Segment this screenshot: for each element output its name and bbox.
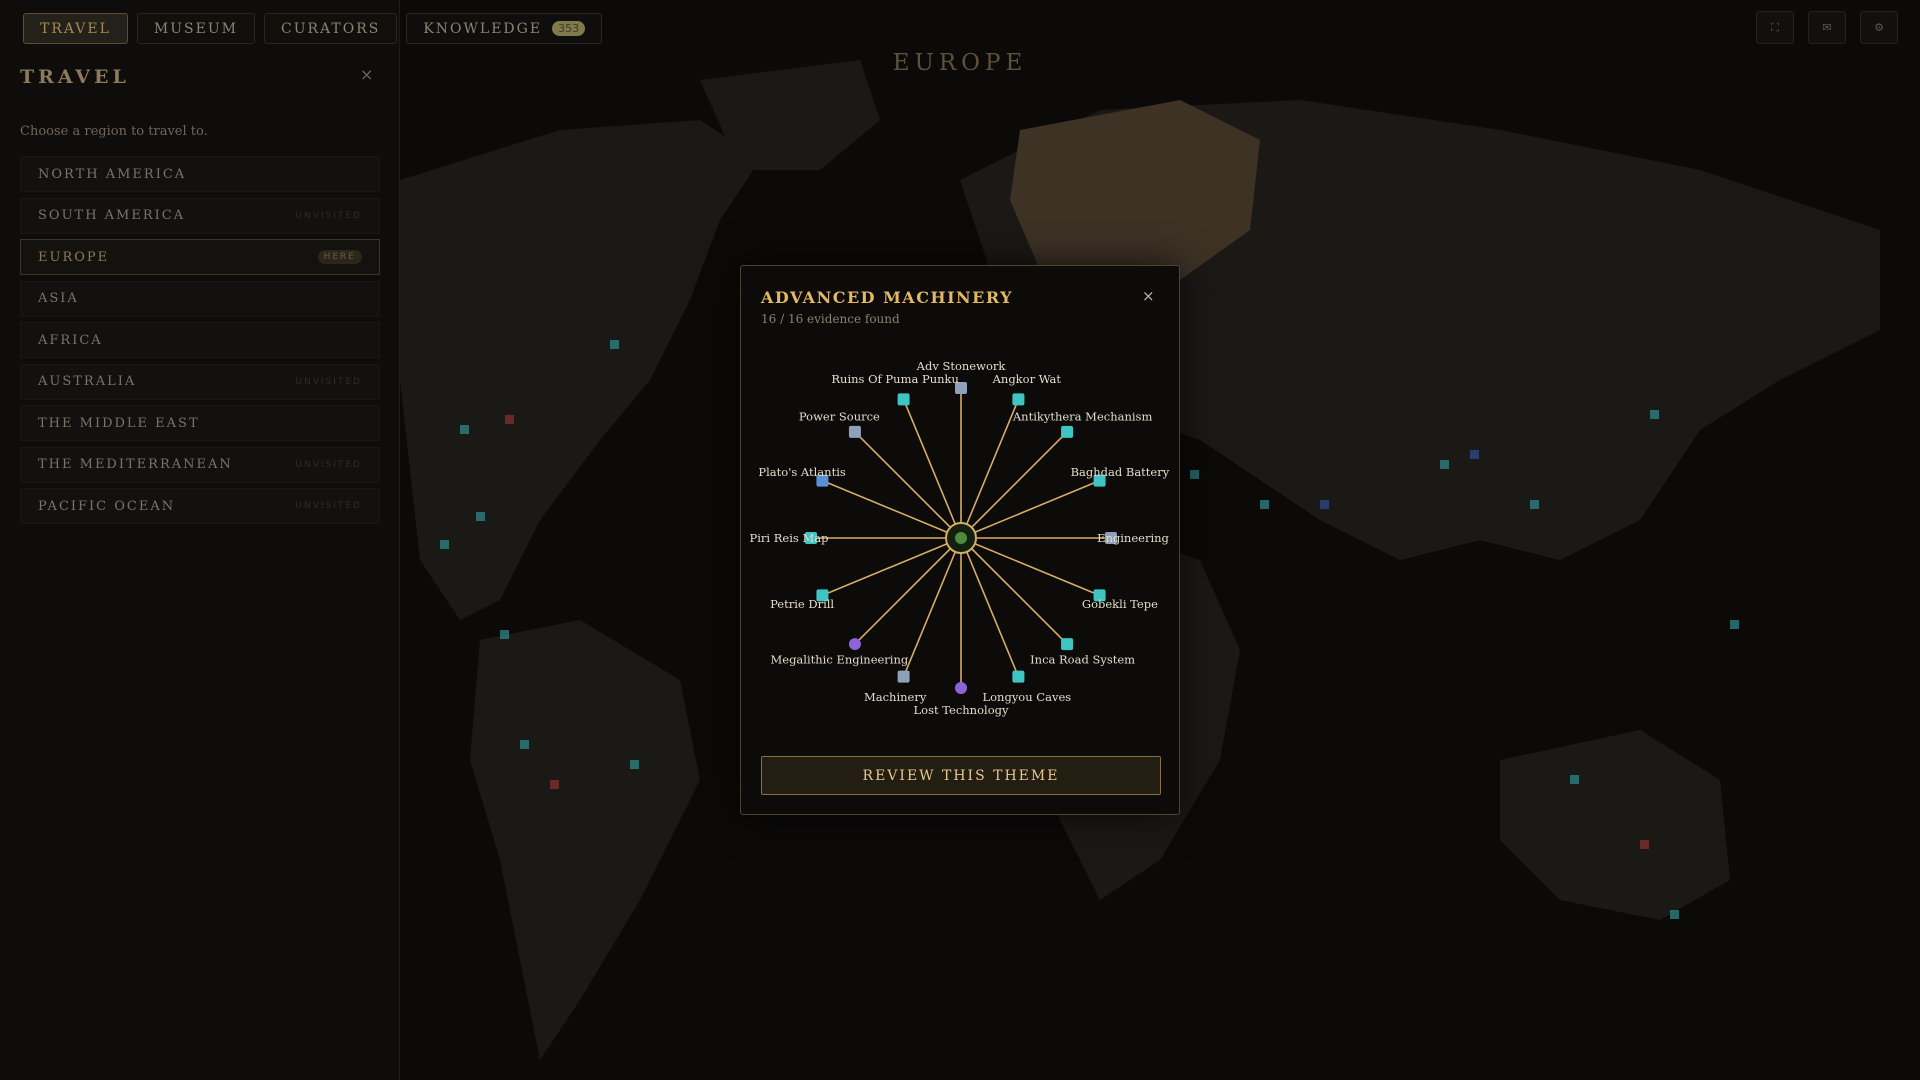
artifact-icon [1061,425,1074,438]
region-status: UNVISITED [295,210,362,221]
region-item-africa[interactable]: AFRICA [20,322,380,358]
evidence-node-angkor-wat[interactable]: Angkor Wat [992,372,1062,406]
evidence-node-label: Antikythera Mechanism [1012,409,1153,423]
tab-travel-label: TRAVEL [40,20,111,37]
evidence-node-machinery[interactable]: Machinery [864,670,927,704]
knowledge-count-badge: 353 [552,21,586,36]
radial-hub [945,522,977,554]
connection-line-antikythera-mechanism [960,431,1068,539]
evidence-node-label: Lost Technology [914,703,1009,717]
tab-museum-label: MUSEUM [153,20,238,37]
region-item-europe[interactable]: EUROPE HERE [20,239,380,275]
review-theme-button[interactable]: REVIEW THIS THEME [761,756,1161,795]
gear-icon: ⚙ [1874,21,1884,34]
evidence-node-label: Plato's Atlantis [758,465,845,479]
top-nav: TRAVEL MUSEUM CURATORS KNOWLEDGE 353 [23,13,603,44]
region-status: UNVISITED [295,501,362,511]
evidence-node-label: Piri Reis Map [750,531,829,545]
fullscreen-button[interactable]: ⛶ [1756,11,1794,44]
evidence-node-longyou-caves[interactable]: Longyou Caves [982,670,1071,704]
evidence-node-engineering[interactable]: Engineering [1097,531,1169,545]
evidence-node-power-source[interactable]: Power Source [799,409,880,438]
evidence-node-label: Engineering [1097,531,1169,545]
eye-icon [955,682,967,694]
site-icon [1061,638,1074,651]
tools-icon [897,670,910,683]
site-icon [1012,670,1025,683]
connection-line-inca-road-system [960,537,1068,645]
region-name: SOUTH AMERICA [38,208,186,223]
evidence-node-label: Longyou Caves [982,690,1071,704]
settings-button[interactable]: ⚙ [1860,11,1898,44]
close-icon[interactable]: × [360,65,373,84]
site-icon [897,393,910,406]
region-item-mediterranean[interactable]: THE MEDITERRANEAN UNVISITED [20,446,380,483]
mail-icon: ✉ [1822,21,1832,34]
evidence-node-piri-reis-map[interactable]: Piri Reis Map [750,531,829,545]
connection-line-power-source [854,431,962,539]
evidence-node-label: Inca Road System [1030,653,1135,667]
modal-title: ADVANCED MACHINERY [761,288,1014,307]
close-icon[interactable]: × [1142,287,1155,305]
eye-icon [848,638,861,651]
mail-button[interactable]: ✉ [1808,11,1846,44]
tab-curators-label: CURATORS [281,20,381,37]
tab-knowledge-label: KNOWLEDGE [423,20,543,37]
tab-museum[interactable]: MUSEUM [136,13,255,44]
panel-subtitle: Choose a region to travel to. [20,124,208,139]
region-status-badge: HERE [317,250,362,264]
evidence-node-label: Ruins Of Puma Punku [831,372,959,386]
region-item-asia[interactable]: ASIA [20,280,380,317]
tab-curators[interactable]: CURATORS [264,13,398,44]
evidence-radial-diagram: Adv StoneworkAngkor Wat Antikythera Mecha… [750,359,1170,717]
evidence-node-label: Gobekli Tepe [1082,597,1158,611]
evidence-node-label: Megalithic Engineering [770,653,908,667]
region-name: PACIFIC OCEAN [38,498,176,514]
region-name: NORTH AMERICA [38,166,187,182]
region-item-south-america[interactable]: SOUTH AMERICA UNVISITED [20,197,380,234]
evidence-node-inca-road-system[interactable]: Inca Road System [1030,638,1135,667]
region-name: THE MEDITERRANEAN [38,457,233,472]
evidence-node-plato-s-atlantis[interactable]: Plato's Atlantis [758,465,846,487]
evidence-node-ruins-of-puma-punku[interactable]: Ruins Of Puma Punku [831,372,959,406]
region-name: THE MIDDLE EAST [38,415,200,431]
region-name: AUSTRALIA [38,374,137,389]
connection-line-megalithic-engineering [854,537,962,645]
region-item-middle-east[interactable]: THE MIDDLE EAST [20,405,380,441]
region-item-north-america[interactable]: NORTH AMERICA [20,156,380,192]
top-right-toolbar: ⛶ ✉ ⚙ [1756,11,1898,44]
region-status: UNVISITED [295,376,362,387]
region-name: EUROPE [38,249,110,265]
evidence-node-megalithic-engineering[interactable]: Megalithic Engineering [770,638,909,667]
region-name: AFRICA [38,332,103,348]
evidence-node-label: Petrie Drill [770,597,834,611]
theme-modal: Adv Stonework Angkor Wat Antikythera Mecha… [740,265,1180,815]
tab-travel[interactable]: TRAVEL [23,13,128,44]
travel-panel: TRAVEL × Choose a region to travel to. N… [0,0,400,1080]
tab-knowledge[interactable]: KNOWLEDGE 353 [406,13,603,44]
region-item-australia[interactable]: AUSTRALIA UNVISITED [20,363,380,400]
evidence-node-label: Angkor Wat [992,372,1062,386]
evidence-node-label: Baghdad Battery [1071,465,1170,479]
evidence-node-label: Power Source [799,409,880,423]
site-icon [1012,393,1025,406]
evidence-count: 16 / 16 evidence found [761,312,900,326]
evidence-node-baghdad-battery[interactable]: Baghdad Battery [1071,465,1170,487]
region-status: UNVISITED [295,459,362,470]
fullscreen-icon: ⛶ [1771,20,1779,34]
evidence-node-label: Machinery [864,690,927,704]
region-list: NORTH AMERICA SOUTH AMERICA UNVISITED EU… [20,156,380,530]
evidence-node-label: Adv Stonework [916,359,1007,373]
hub-core-icon [955,532,967,544]
region-name: ASIA [38,291,79,306]
panel-title: TRAVEL [20,66,130,88]
evidence-node-petrie-drill[interactable]: Petrie Drill [770,589,834,611]
tools-icon [848,425,861,438]
region-item-pacific-ocean[interactable]: PACIFIC OCEAN UNVISITED [20,488,380,524]
evidence-node-antikythera-mechanism[interactable]: Antikythera Mechanism [1012,409,1153,438]
